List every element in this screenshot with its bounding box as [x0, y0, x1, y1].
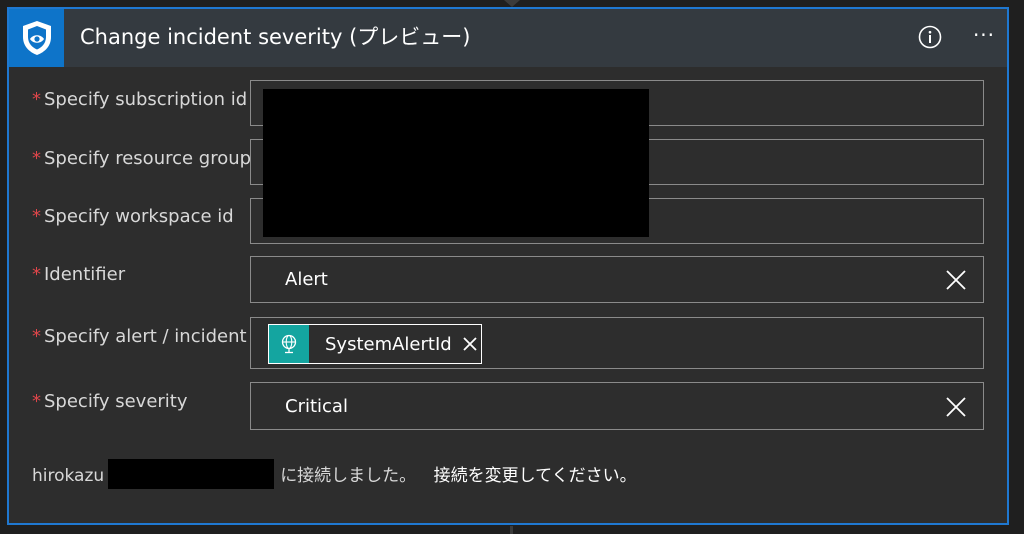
connection-message: に接続しました。 [280, 466, 417, 486]
required-marker: * [32, 206, 41, 227]
action-card: Change incident severity (プレビュー) ··· * Sp… [7, 7, 1009, 525]
shield-icon [22, 21, 51, 55]
info-button[interactable] [918, 25, 942, 49]
field-label-text: Specify severity [44, 391, 188, 412]
field-label-identifier: * Identifier [32, 264, 125, 286]
field-label-alert-incident: * Specify alert / incident [32, 326, 247, 348]
required-marker: * [32, 391, 41, 412]
globe-icon [281, 334, 297, 354]
token-label: SystemAlertId [325, 333, 452, 355]
card-header[interactable]: Change incident severity (プレビュー) ··· [9, 9, 1007, 67]
field-label-text: Specify workspace id [44, 206, 234, 227]
dynamic-content-token[interactable]: SystemAlertId [268, 324, 482, 364]
field-label-workspace-id: * Specify workspace id [32, 206, 234, 228]
redacted-account [108, 459, 275, 489]
field-label-text: Specify alert / incident [44, 326, 247, 347]
flow-connector-top [504, 0, 520, 7]
connector-icon-box [9, 9, 64, 67]
clear-icon[interactable] [945, 396, 967, 418]
severity-dropdown[interactable]: Critical [250, 382, 984, 430]
flow-connector-bottom [510, 526, 513, 534]
required-marker: * [32, 89, 41, 110]
required-marker: * [32, 326, 41, 347]
connection-user: hirokazu [32, 466, 105, 486]
required-marker: * [32, 264, 41, 285]
field-label-subscription-id: * Specify subscription id [32, 89, 247, 111]
field-label-resource-group: * Specify resource group [32, 148, 251, 170]
severity-value: Critical [285, 396, 348, 417]
card-title: Change incident severity (プレビュー) [80, 25, 471, 49]
more-options-button[interactable]: ··· [969, 25, 999, 47]
field-label-text: Identifier [44, 264, 126, 285]
field-label-severity: * Specify severity [32, 391, 188, 413]
field-label-text: Specify resource group [44, 148, 252, 169]
field-label-text: Specify subscription id [44, 89, 248, 110]
connection-info: hirokazu に接続しました。 接続を変更してください。 [32, 459, 637, 491]
remove-token-icon[interactable] [462, 336, 478, 352]
identifier-value: Alert [285, 269, 328, 290]
alert-incident-input[interactable]: SystemAlertId [250, 317, 984, 369]
clear-icon[interactable] [945, 269, 967, 291]
identifier-dropdown[interactable]: Alert [250, 256, 984, 303]
redacted-block [263, 89, 649, 237]
page: Change incident severity (プレビュー) ··· * Sp… [0, 0, 1024, 534]
required-marker: * [32, 148, 41, 169]
token-icon-box [269, 325, 309, 363]
change-connection-link[interactable]: 接続を変更してください。 [434, 466, 637, 486]
info-icon [918, 25, 942, 49]
